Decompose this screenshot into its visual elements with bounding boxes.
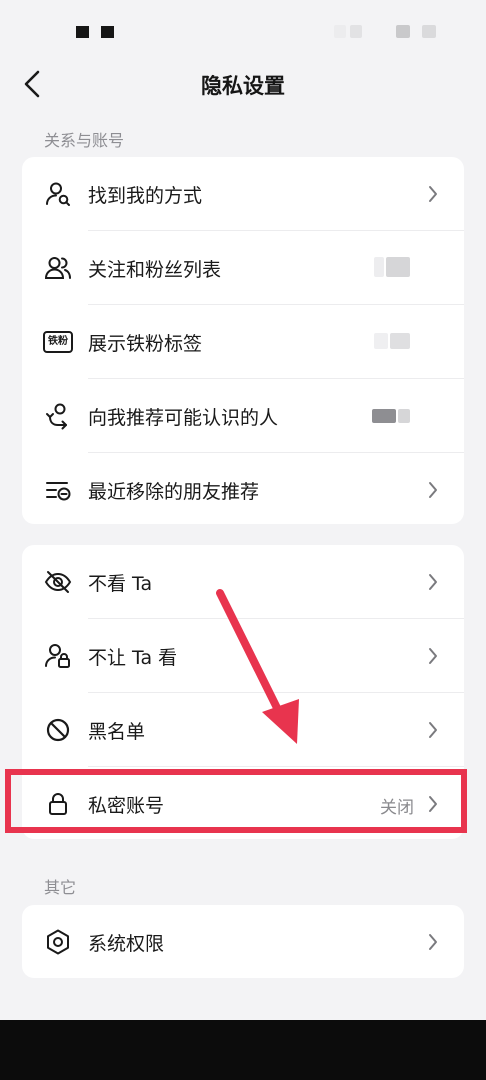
users-icon <box>44 254 72 282</box>
row-blacklist[interactable]: 黑名单 <box>22 693 464 766</box>
list-remove-icon <box>44 476 72 504</box>
fan-badge-icon-text: 铁粉 <box>48 336 68 347</box>
row-system-permissions[interactable]: 系统权限 <box>22 905 464 978</box>
chevron-right-icon <box>426 644 440 668</box>
fan-badge-icon: 铁粉 <box>43 331 73 353</box>
row-label: 不让 Ta 看 <box>88 647 178 669</box>
row-label: 向我推荐可能认识的人 <box>88 407 279 429</box>
row-not-let-see[interactable]: 不让 Ta 看 <box>22 619 464 692</box>
status-bar <box>0 0 486 60</box>
relations-card: 找到我的方式 关注和粉丝列表 铁粉 展示铁粉标签 向我推荐可能认识的人 最近移除… <box>22 157 464 524</box>
status-indicator-icon <box>76 26 89 38</box>
chevron-right-icon <box>426 930 440 954</box>
status-redacted <box>422 25 436 38</box>
redacted-value <box>398 409 410 423</box>
block-icon <box>44 716 72 744</box>
status-redacted <box>350 25 362 38</box>
lock-icon <box>44 790 72 818</box>
row-label: 系统权限 <box>88 933 165 955</box>
row-not-see[interactable]: 不看 Ta <box>22 545 464 618</box>
chevron-right-icon <box>426 478 440 502</box>
row-find-me[interactable]: 找到我的方式 <box>22 157 464 230</box>
redacted-value <box>390 333 410 349</box>
user-lock-icon <box>44 642 72 670</box>
row-label: 关注和粉丝列表 <box>88 259 222 281</box>
bottom-system-bar <box>0 1020 486 1080</box>
row-label: 私密账号 <box>88 795 165 817</box>
visibility-card: 不看 Ta 不让 Ta 看 黑名单 私密账号 关闭 <box>22 545 464 839</box>
redacted-value <box>386 257 410 277</box>
row-fan-badge[interactable]: 铁粉 展示铁粉标签 <box>22 305 464 378</box>
chevron-right-icon <box>426 718 440 742</box>
private-account-status: 关闭 <box>380 798 414 818</box>
recommend-user-icon <box>44 402 72 430</box>
redacted-value <box>372 409 396 423</box>
status-redacted <box>334 25 346 38</box>
row-follow-list[interactable]: 关注和粉丝列表 <box>22 231 464 304</box>
row-removed-recommend[interactable]: 最近移除的朋友推荐 <box>22 453 464 524</box>
chevron-right-icon <box>426 182 440 206</box>
settings-hexagon-icon <box>44 928 72 956</box>
page-title: 隐私设置 <box>201 74 285 98</box>
nav-bar: 隐私设置 <box>0 56 486 112</box>
section-title-relations: 关系与账号 <box>44 131 125 150</box>
status-indicator-icon <box>101 26 114 38</box>
chevron-right-icon <box>426 570 440 594</box>
row-label: 不看 Ta <box>88 573 153 595</box>
chevron-right-icon <box>426 792 440 816</box>
row-label: 最近移除的朋友推荐 <box>88 481 260 503</box>
status-redacted <box>396 25 410 38</box>
row-label: 展示铁粉标签 <box>88 333 203 355</box>
redacted-value <box>374 333 388 349</box>
row-recommend[interactable]: 向我推荐可能认识的人 <box>22 379 464 452</box>
row-private-account[interactable]: 私密账号 关闭 <box>22 767 464 839</box>
eye-off-icon <box>44 568 72 596</box>
other-card: 系统权限 <box>22 905 464 978</box>
user-search-icon <box>44 180 72 208</box>
row-label: 找到我的方式 <box>88 185 203 207</box>
row-label: 黑名单 <box>88 721 146 743</box>
section-title-other: 其它 <box>44 878 77 897</box>
redacted-value <box>374 257 384 277</box>
